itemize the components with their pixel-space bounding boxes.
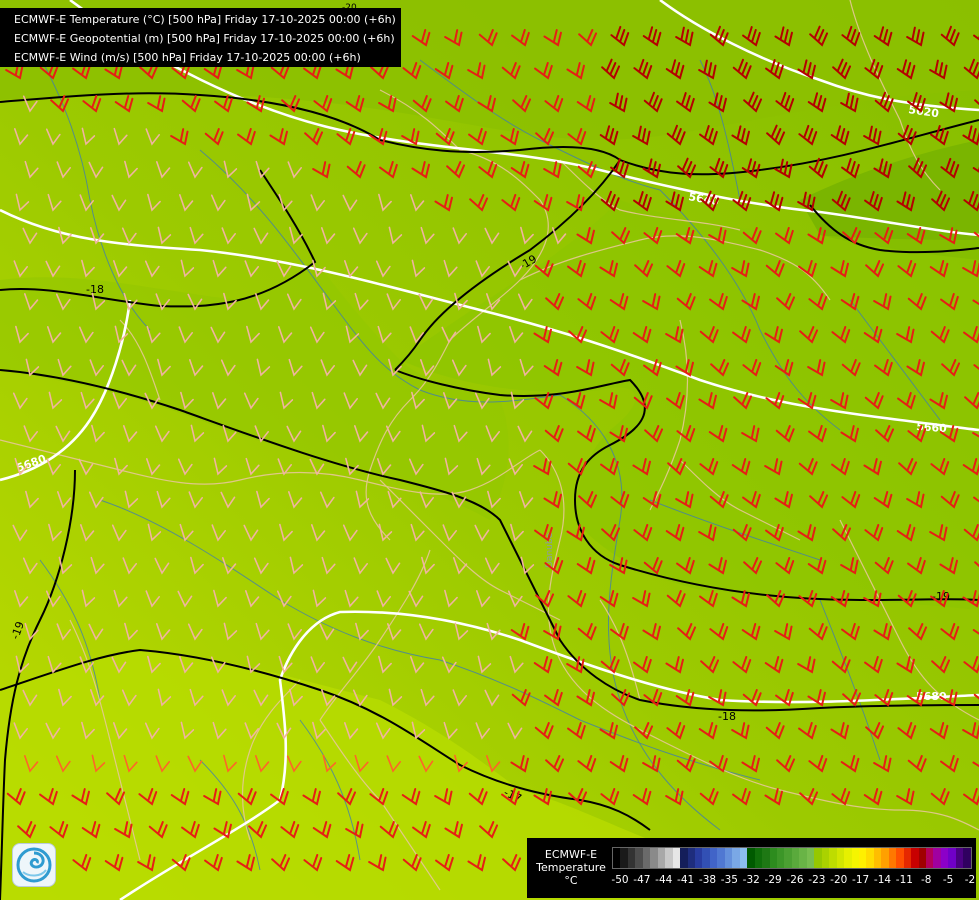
legend-tick-label: -41: [677, 874, 695, 886]
title-temperature: ECMWF-E Temperature (°C) [500 hPa] Frida…: [14, 13, 396, 26]
legend-swatch: [896, 848, 904, 868]
legend-swatch: [642, 848, 651, 868]
legend-swatch: [866, 848, 874, 868]
legend-model: ECMWF-E: [544, 848, 598, 861]
legend-swatch: [821, 848, 830, 868]
legend-tick-label: -29: [764, 874, 782, 886]
legend-swatch: [933, 848, 941, 868]
title-geopotential: ECMWF-E Geopotential (m) [500 hPa] Frida…: [14, 32, 395, 45]
temperature-legend: ECMWF-E Temperature °C -50 -47 -44 -41 -38 -3…: [527, 838, 976, 898]
legend-swatch: [769, 848, 777, 868]
legend-swatch: [657, 848, 666, 868]
legend-swatch: [829, 848, 837, 868]
legend-tick-label: -11: [895, 874, 913, 886]
legend-swatch: [687, 848, 695, 868]
legend-swatch: [911, 848, 919, 868]
legend-color-bar: [612, 847, 972, 869]
legend-swatch: [635, 848, 643, 868]
legend-swatch: [665, 848, 673, 868]
legend-swatch: [955, 848, 964, 868]
legend-swatch: [672, 848, 681, 868]
legend-swatch: [791, 848, 800, 868]
legend-swatch: [613, 848, 621, 868]
legend-swatch: [844, 848, 852, 868]
legend-swatch: [724, 848, 733, 868]
legend-swatch: [873, 848, 882, 868]
temperature-label: -18: [718, 710, 736, 723]
legend-swatch: [881, 848, 889, 868]
legend-swatch: [776, 848, 785, 868]
legend-swatch: [926, 848, 934, 868]
legend-tick-label: -17: [852, 874, 870, 886]
legend-swatch: [814, 848, 822, 868]
ecmwf-logo: [12, 843, 56, 887]
legend-tick-label: -14: [873, 874, 892, 886]
legend-ticks: -50 -47 -44 -41 -38 -35 -32 -29 -26 -23 -20 -17 -14-…: [611, 874, 979, 888]
legend-swatch: [754, 848, 763, 868]
legend-swatch: [739, 848, 748, 868]
legend-tick-label: -5: [942, 874, 954, 886]
legend-tick-label: -32: [742, 874, 760, 886]
legend-swatch: [940, 848, 949, 868]
legend-tick-label: -8: [921, 874, 932, 886]
legend-swatch: [694, 848, 703, 868]
legend-tick-label: -50: [611, 874, 629, 886]
legend-swatch: [963, 848, 971, 868]
legend-swatch: [732, 848, 740, 868]
legend-swatch: [806, 848, 815, 868]
title-box: ECMWF-E Temperature (°C) [500 hPa] Frida…: [0, 8, 401, 67]
legend-tick-label: -44: [655, 874, 673, 886]
legend-swatch: [948, 848, 956, 868]
legend-swatch: [747, 848, 755, 868]
weather-map[interactable]: 5620 5640 5660 5680 5680 -18 -19 -19 -19…: [0, 0, 979, 900]
legend-tick-label: -47: [633, 874, 651, 886]
legend-swatch: [903, 848, 912, 868]
title-wind: ECMWF-E Wind (m/s) [500 hPa] Friday 17-1…: [14, 51, 361, 64]
legend-swatch: [836, 848, 845, 868]
legend-label: ECMWF-E Temperature °C: [533, 848, 609, 887]
legend-swatch: [762, 848, 770, 868]
legend-swatch: [799, 848, 807, 868]
legend-tick-label: -23: [808, 874, 826, 886]
legend-swatch: [620, 848, 628, 868]
ecmwf-swirl-icon: [16, 847, 52, 883]
legend-swatch: [888, 848, 897, 868]
legend-swatch: [702, 848, 710, 868]
legend-swatch: [709, 848, 718, 868]
legend-variable: Temperature: [536, 861, 606, 874]
legend-tick-label: -2: [964, 874, 976, 886]
legend-tick-label: -20: [830, 874, 848, 886]
legend-swatch: [650, 848, 658, 868]
temperature-label: -18: [86, 283, 104, 296]
legend-tick-label: -38: [698, 874, 717, 886]
legend-swatch: [918, 848, 927, 868]
legend-swatch: [858, 848, 867, 868]
legend-tick-label: -35: [720, 874, 738, 886]
legend-tick-label: -26: [786, 874, 804, 886]
legend-swatch: [784, 848, 792, 868]
legend-swatch: [680, 848, 688, 868]
legend-swatch: [627, 848, 636, 868]
legend-swatch: [717, 848, 725, 868]
legend-swatch: [851, 848, 859, 868]
legend-unit: °C: [564, 874, 578, 887]
